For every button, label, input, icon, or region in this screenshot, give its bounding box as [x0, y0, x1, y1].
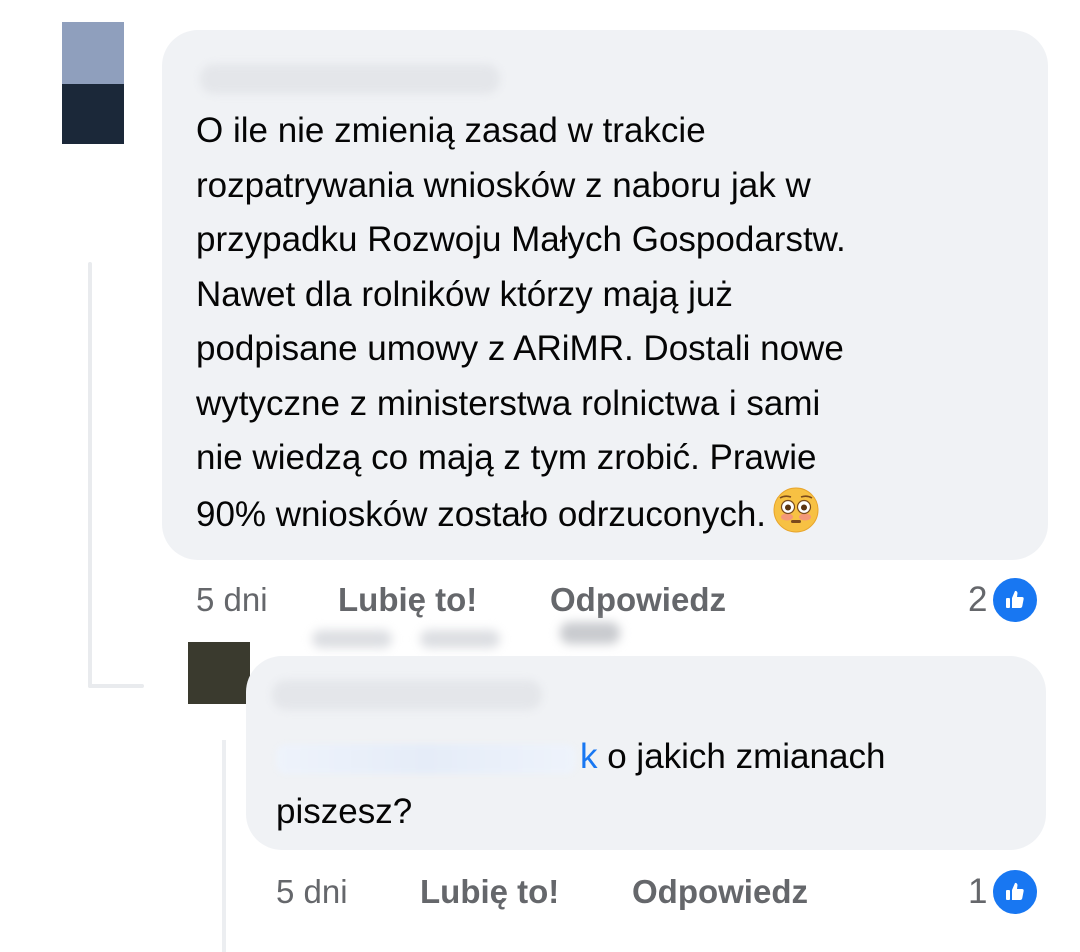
reply-button[interactable]: Odpowiedz	[550, 578, 726, 622]
reply-reaction-count: 1	[968, 872, 988, 911]
thumbs-up-icon	[991, 576, 1040, 624]
comment-time[interactable]: 5 dni	[196, 578, 268, 622]
thread-line	[88, 262, 92, 688]
reply-like-button[interactable]: Lubię to!	[420, 870, 559, 914]
reply-text: k o jakich zmianach piszesz?	[276, 730, 1016, 839]
redacted-blob	[560, 622, 620, 644]
reply-author-name-redacted[interactable]	[272, 680, 542, 710]
reaction-count: 2	[968, 580, 988, 619]
avatar-bottom	[62, 84, 124, 144]
reply-thread-line	[222, 740, 226, 952]
redacted-blob	[420, 630, 500, 648]
avatar-top	[62, 22, 124, 84]
mention-redacted	[276, 743, 576, 774]
thread-connector	[88, 684, 144, 688]
reply-avatar[interactable]	[188, 642, 250, 704]
reply-actions: 5 dni Lubię to! Odpowiedz	[0, 870, 1080, 914]
reply-reaction-summary[interactable]: 1	[968, 868, 1040, 916]
comment-text: O ile nie zmienią zasad w trakcie rozpat…	[196, 104, 1026, 542]
redacted-blob	[312, 630, 392, 648]
reply-reply-button[interactable]: Odpowiedz	[632, 870, 808, 914]
author-name-redacted[interactable]	[200, 64, 500, 94]
reply-time[interactable]: 5 dni	[276, 870, 348, 914]
comment-actions: 5 dni Lubię to! Odpowiedz	[0, 578, 1080, 622]
like-button[interactable]: Lubię to!	[338, 578, 477, 622]
avatar[interactable]	[62, 22, 124, 144]
mention-link[interactable]: k	[580, 737, 598, 776]
reaction-summary[interactable]: 2	[968, 576, 1040, 624]
thumbs-up-icon	[991, 868, 1040, 916]
flushed-face-emoji-icon	[773, 487, 819, 532]
comment-body: O ile nie zmienią zasad w trakcie rozpat…	[196, 111, 846, 534]
